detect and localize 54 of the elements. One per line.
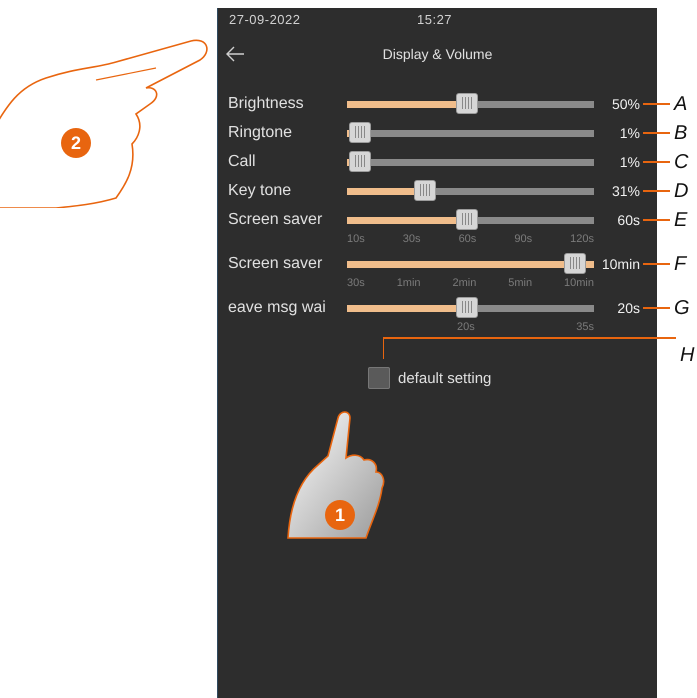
slider-label: Screen saver xyxy=(228,210,324,230)
callout-letter: C xyxy=(673,152,690,172)
slider-value: 50% xyxy=(610,96,640,112)
tick-label: 1min xyxy=(396,277,421,289)
back-button[interactable] xyxy=(224,44,246,64)
tick-label: 10min xyxy=(564,277,594,289)
callout-letter: F xyxy=(673,254,688,274)
callout-letter: D xyxy=(673,181,690,201)
slider-thumb[interactable] xyxy=(456,92,478,114)
slider-label: Ringtone xyxy=(228,123,294,143)
tick-label: 120s xyxy=(570,233,594,245)
status-time: 15:27 xyxy=(417,12,452,29)
leader-line xyxy=(643,103,670,105)
leader-line xyxy=(643,161,670,163)
callout-letter: A xyxy=(672,94,688,114)
slider-value: 10min xyxy=(600,256,640,272)
callout-letter: H xyxy=(679,345,694,365)
slider-thumb[interactable] xyxy=(564,252,586,274)
callout-letter: G xyxy=(673,298,691,318)
leader-line xyxy=(643,263,670,265)
leader-line xyxy=(643,132,670,134)
screen-title: Display & Volume xyxy=(382,46,494,62)
tick-label: 20s xyxy=(457,321,475,333)
slider-label: Screen saver xyxy=(228,254,324,274)
tick-label: 5min xyxy=(508,277,532,289)
tick-label: 2min xyxy=(452,277,476,289)
slider-thumb[interactable] xyxy=(349,150,372,172)
slider-label: Brightness xyxy=(228,94,305,114)
slider-thumb[interactable] xyxy=(349,122,372,142)
tick-label: 30s xyxy=(347,277,365,289)
checkbox[interactable] xyxy=(368,367,390,389)
callout-letter: B xyxy=(673,123,688,143)
slider-value: 1% xyxy=(618,154,640,170)
tick-label: 90s xyxy=(514,233,532,245)
slider-thumb[interactable] xyxy=(414,180,436,200)
slider-thumb[interactable] xyxy=(456,296,478,318)
slider-label: eave msg wai xyxy=(228,298,327,318)
slider-label: Call xyxy=(228,152,257,172)
leader-line xyxy=(643,190,670,192)
leader-line xyxy=(643,307,670,309)
slider-value: 20s xyxy=(616,300,640,316)
slider-value: 1% xyxy=(618,125,640,141)
slider-value: 31% xyxy=(610,183,640,199)
leader-line xyxy=(643,219,670,221)
tick-label: 35s xyxy=(576,321,594,333)
slider-value: 60s xyxy=(616,212,640,228)
status-date: 27-09-2022 xyxy=(229,12,302,29)
callout-letter: E xyxy=(673,210,688,230)
tick-label: 10s xyxy=(347,233,365,245)
slider-label: Key tone xyxy=(228,181,292,201)
tick-label: 30s xyxy=(402,233,421,245)
tick-label: 60s xyxy=(458,233,476,245)
slider-thumb[interactable] xyxy=(456,208,478,230)
checkbox-label: default setting xyxy=(398,370,492,386)
